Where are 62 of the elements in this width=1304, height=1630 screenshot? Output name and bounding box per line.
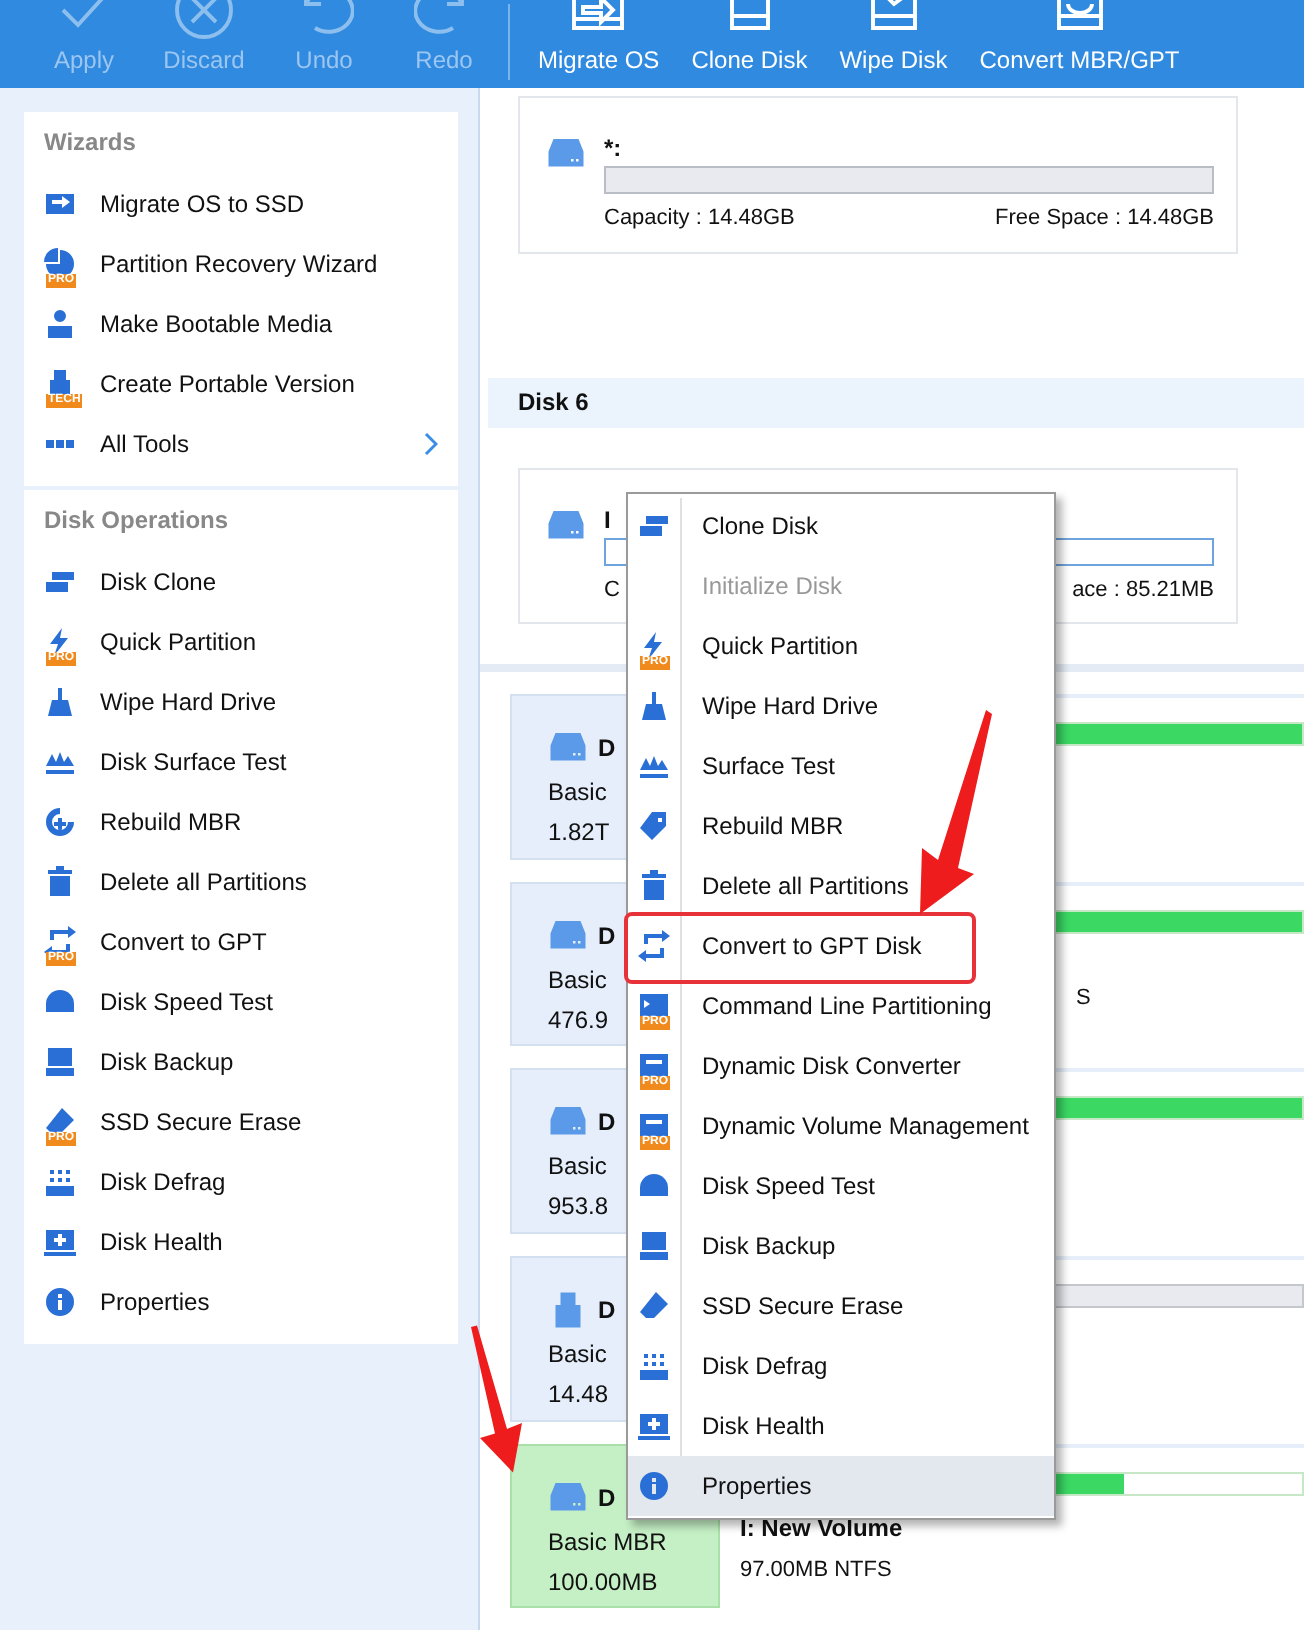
sidebar-item[interactable]: Migrate OS to SSD (24, 174, 458, 234)
eraser-icon (638, 1289, 672, 1323)
rebuild-icon (44, 805, 78, 839)
sidebar-item[interactable]: Wipe Hard Drive (24, 672, 458, 732)
menu-item[interactable]: Clone Disk (628, 496, 1054, 556)
sidebar-item[interactable]: Make Bootable Media (24, 294, 458, 354)
disk-type: Basic MBR (548, 1525, 667, 1560)
disk-size: 476.9 (548, 1003, 609, 1038)
convert-arrows-icon (638, 929, 672, 963)
sidebar-item[interactable]: Delete all Partitions (24, 852, 458, 912)
partition-detail: 97.00MB NTFS (740, 1557, 894, 1582)
disk-type: Basic (548, 963, 607, 998)
sidebar-item[interactable]: Properties (24, 1272, 458, 1332)
health-icon (44, 1225, 78, 1259)
sidebar-item[interactable]: Disk Backup (24, 1032, 458, 1092)
sidebar-item[interactable]: All Tools (24, 414, 458, 474)
info-icon (638, 1469, 672, 1503)
free-space-text: Free Space : 14.48GB (995, 206, 1214, 230)
health-icon (638, 1409, 672, 1443)
partition-name: I: New Volume (740, 1513, 905, 1542)
toolbar-button[interactable]: Convert MBR/GPT (979, 0, 1180, 88)
volume-name: I (604, 505, 611, 538)
toolbar-button[interactable]: Clone Disk (691, 0, 808, 88)
disk-type: Basic (548, 776, 607, 811)
dots-icon (44, 438, 78, 450)
menu-item[interactable]: Properties (628, 1456, 1054, 1516)
disk-name: D (598, 734, 616, 763)
sidebar-item[interactable]: Disk Speed Test (24, 972, 458, 1032)
tag-icon (638, 809, 672, 843)
section-title: Disk Operations (42, 506, 231, 538)
capacity-text: C (604, 577, 620, 602)
toolbar-button[interactable]: Wipe Disk (839, 0, 948, 88)
disk-type: Basic (548, 1338, 607, 1372)
partition-detail: S (1076, 985, 1091, 1010)
toolbar-button[interactable]: Migrate OS (538, 0, 660, 88)
sidebar-item[interactable]: Disk Surface Test (24, 732, 458, 792)
sidebar-item[interactable]: Disk Health (24, 1212, 458, 1272)
disk-name: D (598, 1296, 616, 1324)
sidebar-item[interactable]: Disk Clone (24, 552, 458, 612)
section-title: Wizards (42, 128, 138, 160)
info-icon (44, 1285, 78, 1319)
defrag-icon (44, 1165, 78, 1199)
trash-icon (44, 865, 78, 899)
disk-name: D (598, 1483, 616, 1512)
broom-icon (638, 689, 672, 723)
disk-title: Disk 6 (518, 388, 589, 417)
disk-name: D (598, 921, 616, 950)
disk-size: 1.82T (548, 816, 610, 851)
disk-size: 953.8 (548, 1190, 609, 1225)
disk-type: Basic (548, 1150, 607, 1185)
broom-icon (44, 685, 78, 719)
trash-icon (638, 869, 672, 903)
volume-name: *: (604, 134, 622, 166)
free-space-text: ace : 85.21MB (1072, 577, 1214, 602)
disk-size: 14.48 (548, 1378, 609, 1412)
sidebar-item[interactable]: Rebuild MBR (24, 792, 458, 852)
disk-size: 100.00MB (548, 1565, 658, 1600)
defrag-icon (638, 1349, 672, 1383)
disk-name: D (598, 1108, 616, 1137)
boot-media-icon (44, 307, 78, 341)
capacity-text: Capacity : 14.48GB (604, 206, 795, 230)
sidebar-item[interactable]: Disk Defrag (24, 1152, 458, 1212)
